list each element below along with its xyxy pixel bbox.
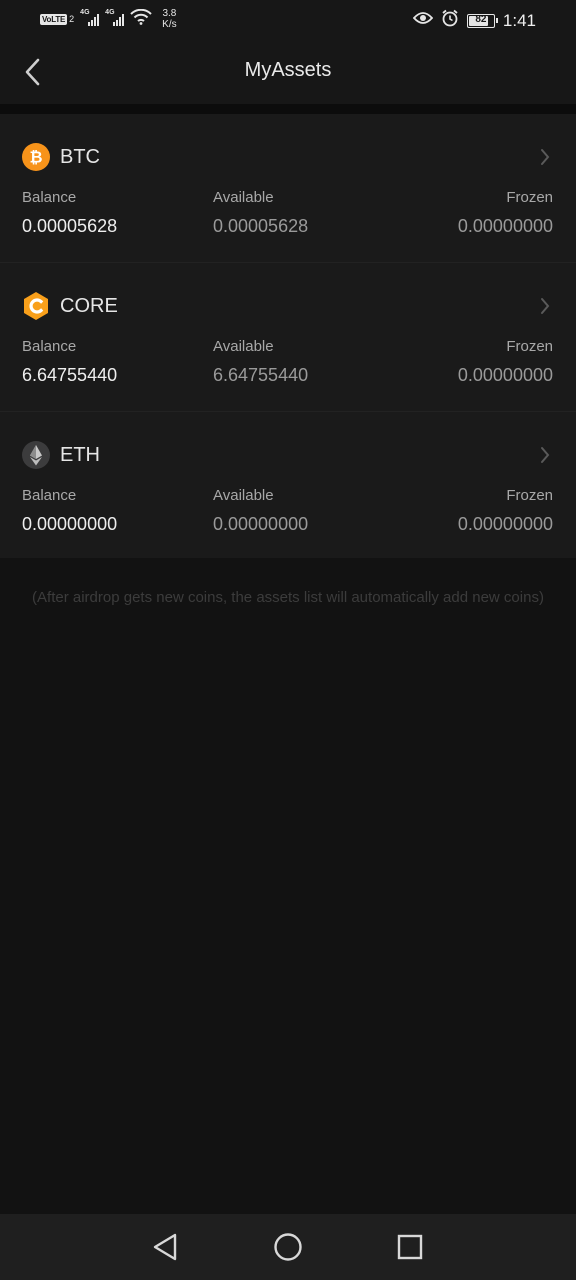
coin-symbol: ETH <box>60 443 100 466</box>
available-label: Available <box>213 189 274 206</box>
asset-item-core[interactable]: CORE Balance Available Frozen 6.64755440… <box>0 263 576 412</box>
chevron-right-icon <box>540 446 550 469</box>
network-speed: 3.8 K/s <box>162 8 176 30</box>
coin-symbol: CORE <box>60 294 118 317</box>
core-icon <box>22 292 50 320</box>
clock: 1:41 <box>502 10 536 30</box>
available-value: 6.64755440 <box>213 365 309 385</box>
chevron-right-icon <box>540 148 550 171</box>
asset-list: ₿ BTC Balance Available Frozen 0.0000562… <box>0 114 576 558</box>
nav-back-button[interactable] <box>145 1228 185 1266</box>
balance-label: Balance <box>22 338 77 355</box>
frozen-value: 0.00000000 <box>457 514 553 534</box>
signal-icon-2: 4G <box>105 9 125 26</box>
circle-home-icon <box>274 1233 302 1261</box>
network-type-label-2: 4G <box>105 9 115 16</box>
frozen-label: Frozen <box>506 487 553 504</box>
nav-home-button[interactable] <box>268 1228 308 1266</box>
nav-recents-button[interactable] <box>390 1228 430 1266</box>
available-label: Available <box>213 338 274 355</box>
frozen-label: Frozen <box>506 189 553 206</box>
eye-icon <box>412 11 434 30</box>
chevron-right-icon <box>540 297 550 320</box>
coin-symbol: BTC <box>60 145 100 168</box>
system-nav-bar <box>0 1214 576 1280</box>
balance-label: Balance <box>22 487 77 504</box>
balance-value: 0.00000000 <box>22 514 118 534</box>
speed-unit: K/s <box>162 19 177 30</box>
airdrop-note: (After airdrop gets new coins, the asset… <box>32 589 544 606</box>
svg-text:₿: ₿ <box>29 148 42 167</box>
ethereum-icon <box>22 441 50 469</box>
alarm-icon <box>441 9 459 32</box>
available-value: 0.00005628 <box>213 216 309 236</box>
asset-item-eth[interactable]: ETH Balance Available Frozen 0.00000000 … <box>0 412 576 558</box>
battery-percent: 82 <box>475 13 487 25</box>
network-type-label: 4G <box>80 9 90 16</box>
balance-value: 6.64755440 <box>22 365 118 385</box>
speed-value: 3.8 <box>162 8 177 19</box>
status-bar: VoLTE 2 4G 4G 3.8 K/s 82 1:41 <box>0 0 576 40</box>
app-header: MyAssets <box>0 40 576 104</box>
triangle-back-icon <box>153 1233 177 1261</box>
balance-label: Balance <box>22 189 77 206</box>
signal-icon: 4G <box>80 9 100 26</box>
square-recents-icon <box>397 1234 423 1260</box>
available-value: 0.00000000 <box>213 514 309 534</box>
header-divider <box>0 104 576 114</box>
bitcoin-icon: ₿ <box>22 143 50 171</box>
frozen-value: 0.00000000 <box>457 365 553 385</box>
sim-number: 2 <box>69 14 75 24</box>
frozen-label: Frozen <box>506 338 553 355</box>
battery-icon: 82 <box>466 13 498 28</box>
balance-value: 0.00005628 <box>22 216 118 236</box>
frozen-value: 0.00000000 <box>457 216 553 236</box>
wifi-icon <box>130 8 152 30</box>
page-title: MyAssets <box>244 59 332 81</box>
available-label: Available <box>213 487 274 504</box>
asset-item-btc[interactable]: ₿ BTC Balance Available Frozen 0.0000562… <box>0 114 576 263</box>
volte-badge: VoLTE <box>40 13 68 25</box>
